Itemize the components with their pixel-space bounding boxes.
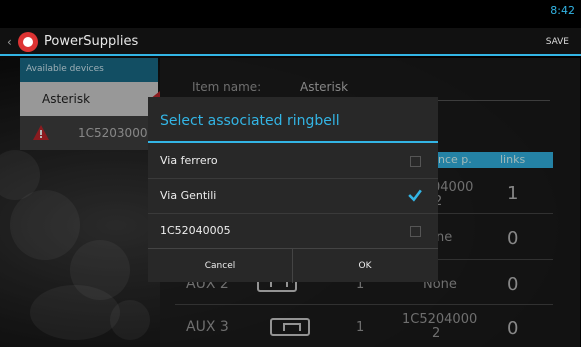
save-button[interactable]: SAVE xyxy=(546,37,569,47)
cancel-button[interactable]: Cancel xyxy=(148,249,292,283)
option-1c52040005[interactable]: 1C52040005 xyxy=(148,213,438,249)
ok-button[interactable]: OK xyxy=(293,249,437,283)
status-bar: 8:42 xyxy=(0,0,581,28)
ok-label: OK xyxy=(358,261,372,271)
status-clock: 8:42 xyxy=(550,4,575,17)
cancel-label: Cancel xyxy=(204,261,236,271)
app-logo-icon[interactable] xyxy=(18,32,38,52)
option-label: Via ferrero xyxy=(160,154,218,167)
option-via-ferrero[interactable]: Via ferrero xyxy=(148,143,438,179)
dialog-button-bar: Cancel OK xyxy=(148,248,438,283)
checkbox[interactable] xyxy=(410,226,421,237)
dialog-title: Select associated ringbell xyxy=(160,113,340,129)
back-chevron-icon[interactable]: ‹ xyxy=(7,35,12,49)
option-via-gentili[interactable]: Via Gentili xyxy=(148,178,438,214)
option-label: 1C52040005 xyxy=(160,224,231,237)
checkbox[interactable] xyxy=(410,156,421,167)
option-label: Via Gentili xyxy=(160,189,217,202)
select-ringbell-dialog: Select associated ringbell Via ferrero V… xyxy=(148,97,438,283)
app-title: PowerSupplies xyxy=(44,34,139,49)
checkbox-checked-icon[interactable] xyxy=(408,188,422,202)
action-bar: ‹ PowerSupplies SAVE xyxy=(0,28,581,56)
